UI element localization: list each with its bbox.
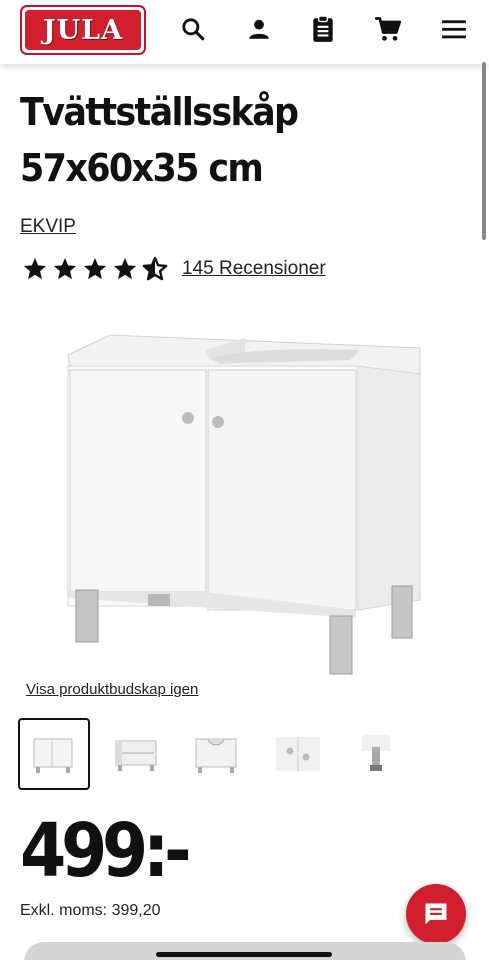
revisit-product-message-link[interactable]: Visa produktbudskap igen <box>26 681 198 698</box>
search-icon[interactable] <box>178 14 208 44</box>
product-image[interactable] <box>60 330 430 680</box>
thumbnail-sink-cutout[interactable] <box>180 718 252 790</box>
thumbnail-knobs[interactable] <box>262 718 334 790</box>
chat-button[interactable] <box>406 884 466 944</box>
page-scrollbar[interactable] <box>482 62 486 240</box>
menu-icon[interactable] <box>439 14 469 44</box>
rating-row[interactable]: 145 Recensioner <box>22 256 326 282</box>
star-rating <box>22 256 168 282</box>
thumbnail-leg[interactable] <box>340 718 412 790</box>
product-title: Tvättställsskåp 57x60x35 cm <box>20 90 299 190</box>
star-full-icon <box>53 257 77 280</box>
thumbnail-front[interactable] <box>18 718 90 790</box>
home-indicator <box>156 952 332 957</box>
star-full-icon <box>83 257 107 280</box>
bottom-action-bar[interactable] <box>24 942 466 960</box>
cart-icon[interactable] <box>373 14 403 44</box>
star-half-icon <box>142 256 168 281</box>
top-header: JULA <box>0 0 489 64</box>
clipboard-icon[interactable] <box>308 14 338 44</box>
thumbnail-strip <box>18 718 418 790</box>
reviews-link[interactable]: 145 Recensioner <box>182 258 326 280</box>
price-excl-vat: Exkl. moms: 399,20 <box>20 902 161 919</box>
user-icon[interactable] <box>244 14 274 44</box>
price: 499:- <box>20 808 192 894</box>
logo-badge: JULA <box>25 10 141 50</box>
star-full-icon <box>113 257 137 280</box>
star-full-icon <box>23 257 47 280</box>
chat-icon <box>425 903 447 925</box>
brand-link[interactable]: EKVIP <box>20 216 76 238</box>
jula-logo[interactable]: JULA <box>20 5 146 55</box>
thumbnail-open[interactable] <box>100 718 172 790</box>
logo-text: JULA <box>42 14 124 46</box>
